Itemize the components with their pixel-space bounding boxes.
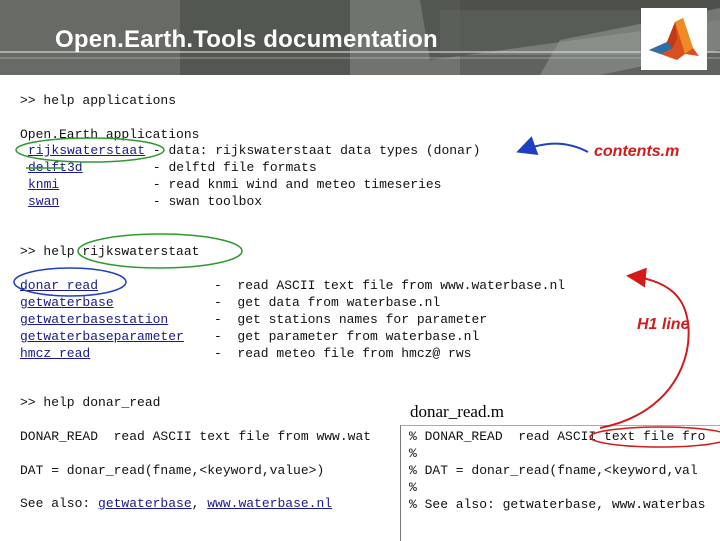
prompt-help-applications: >> help applications bbox=[20, 93, 177, 108]
file-line: % DONAR_READ read ASCII text file fro bbox=[409, 429, 706, 444]
list-item-description: swan toolbox bbox=[168, 194, 263, 209]
contents-annotation: contents.m bbox=[594, 143, 680, 160]
h1-line-annotation: H1 line bbox=[637, 316, 690, 333]
link-hmcz-read[interactable]: hmcz_read bbox=[20, 345, 90, 362]
help-h1-line: DONAR_READ read ASCII text file from www… bbox=[20, 428, 398, 445]
separator: - bbox=[82, 160, 169, 175]
list-item-description: data: rijkswaterstaat data types (donar) bbox=[168, 143, 481, 158]
prompt-help-donar-read: >> help donar_read bbox=[20, 395, 161, 410]
blue-arrow bbox=[516, 136, 589, 155]
link-getwaterbaseparameter[interactable]: getwaterbaseparameter bbox=[20, 328, 184, 345]
page-title: Open.Earth.Tools documentation bbox=[55, 26, 438, 53]
separator: , bbox=[191, 496, 208, 511]
help-syntax-line: DAT = donar_read(fname,<keyword,value>) bbox=[20, 463, 325, 478]
link-rijkswaterstaat[interactable]: rijkswaterstaat bbox=[28, 143, 145, 158]
file-content-panel: % DONAR_READ read ASCII text file fro % … bbox=[400, 425, 720, 541]
link-delft3d[interactable]: delft3d bbox=[28, 160, 83, 175]
link-knmi[interactable]: knmi bbox=[28, 177, 59, 192]
file-name-label: donar_read.m bbox=[410, 402, 504, 421]
see-also-label: See also: bbox=[20, 496, 99, 511]
file-line: % See also: getwaterbase, www.waterbas bbox=[409, 497, 706, 512]
prompt-prefix: >> help bbox=[20, 244, 83, 259]
list-item-description: delftd file formats bbox=[168, 160, 317, 175]
function-name: DONAR_READ bbox=[20, 429, 99, 444]
file-line: % bbox=[409, 480, 417, 495]
list-item: delft3d - delftd file formats bbox=[28, 159, 317, 176]
list-item-description: - get parameter from waterbase.nl bbox=[214, 329, 480, 344]
logo bbox=[641, 8, 707, 70]
separator: - bbox=[59, 194, 169, 209]
help-see-also: See also: getwaterbase, www.waterbase.nl bbox=[20, 495, 332, 512]
list-item: swan - swan toolbox bbox=[28, 193, 262, 210]
red-arrow bbox=[599, 267, 690, 429]
matlab-membrane-logo-icon bbox=[649, 18, 699, 60]
link-getwaterbase[interactable]: getwaterbase bbox=[20, 294, 114, 311]
list-item-description: - get stations names for parameter bbox=[214, 312, 488, 327]
link-donar-read[interactable]: donar_read bbox=[20, 277, 98, 294]
file-line: % bbox=[409, 446, 417, 461]
h1-description: read ASCII text file from www.wat bbox=[98, 429, 372, 444]
link-see-also-waterbase[interactable]: www.waterbase.nl bbox=[207, 496, 332, 511]
prompt-help-rijkswaterstaat: >> help rijkswaterstaat bbox=[20, 243, 199, 260]
link-getwaterbasestation[interactable]: getwaterbasestation bbox=[20, 311, 168, 328]
list-item-description: - read meteo file from hmcz@ rws bbox=[214, 346, 472, 361]
list-item-description: - get data from waterbase.nl bbox=[214, 295, 441, 310]
applications-heading: Open.Earth applications bbox=[20, 127, 200, 142]
link-swan[interactable]: swan bbox=[28, 194, 59, 209]
file-line: % DAT = donar_read(fname,<keyword,val bbox=[409, 463, 698, 478]
prompt-argument: rijkswaterstaat bbox=[82, 244, 200, 259]
list-item-description: read knmi wind and meteo timeseries bbox=[168, 177, 442, 192]
list-item: knmi - read knmi wind and meteo timeseri… bbox=[28, 176, 441, 193]
link-see-also-getwaterbase[interactable]: getwaterbase bbox=[98, 496, 192, 511]
header-banner: Open.Earth.Tools documentation bbox=[0, 0, 720, 75]
separator: - bbox=[145, 143, 169, 158]
separator: - bbox=[59, 177, 169, 192]
list-item-description: - read ASCII text file from www.waterbas… bbox=[214, 278, 566, 293]
list-item: rijkswaterstaat - data: rijkswaterstaat … bbox=[28, 142, 481, 159]
